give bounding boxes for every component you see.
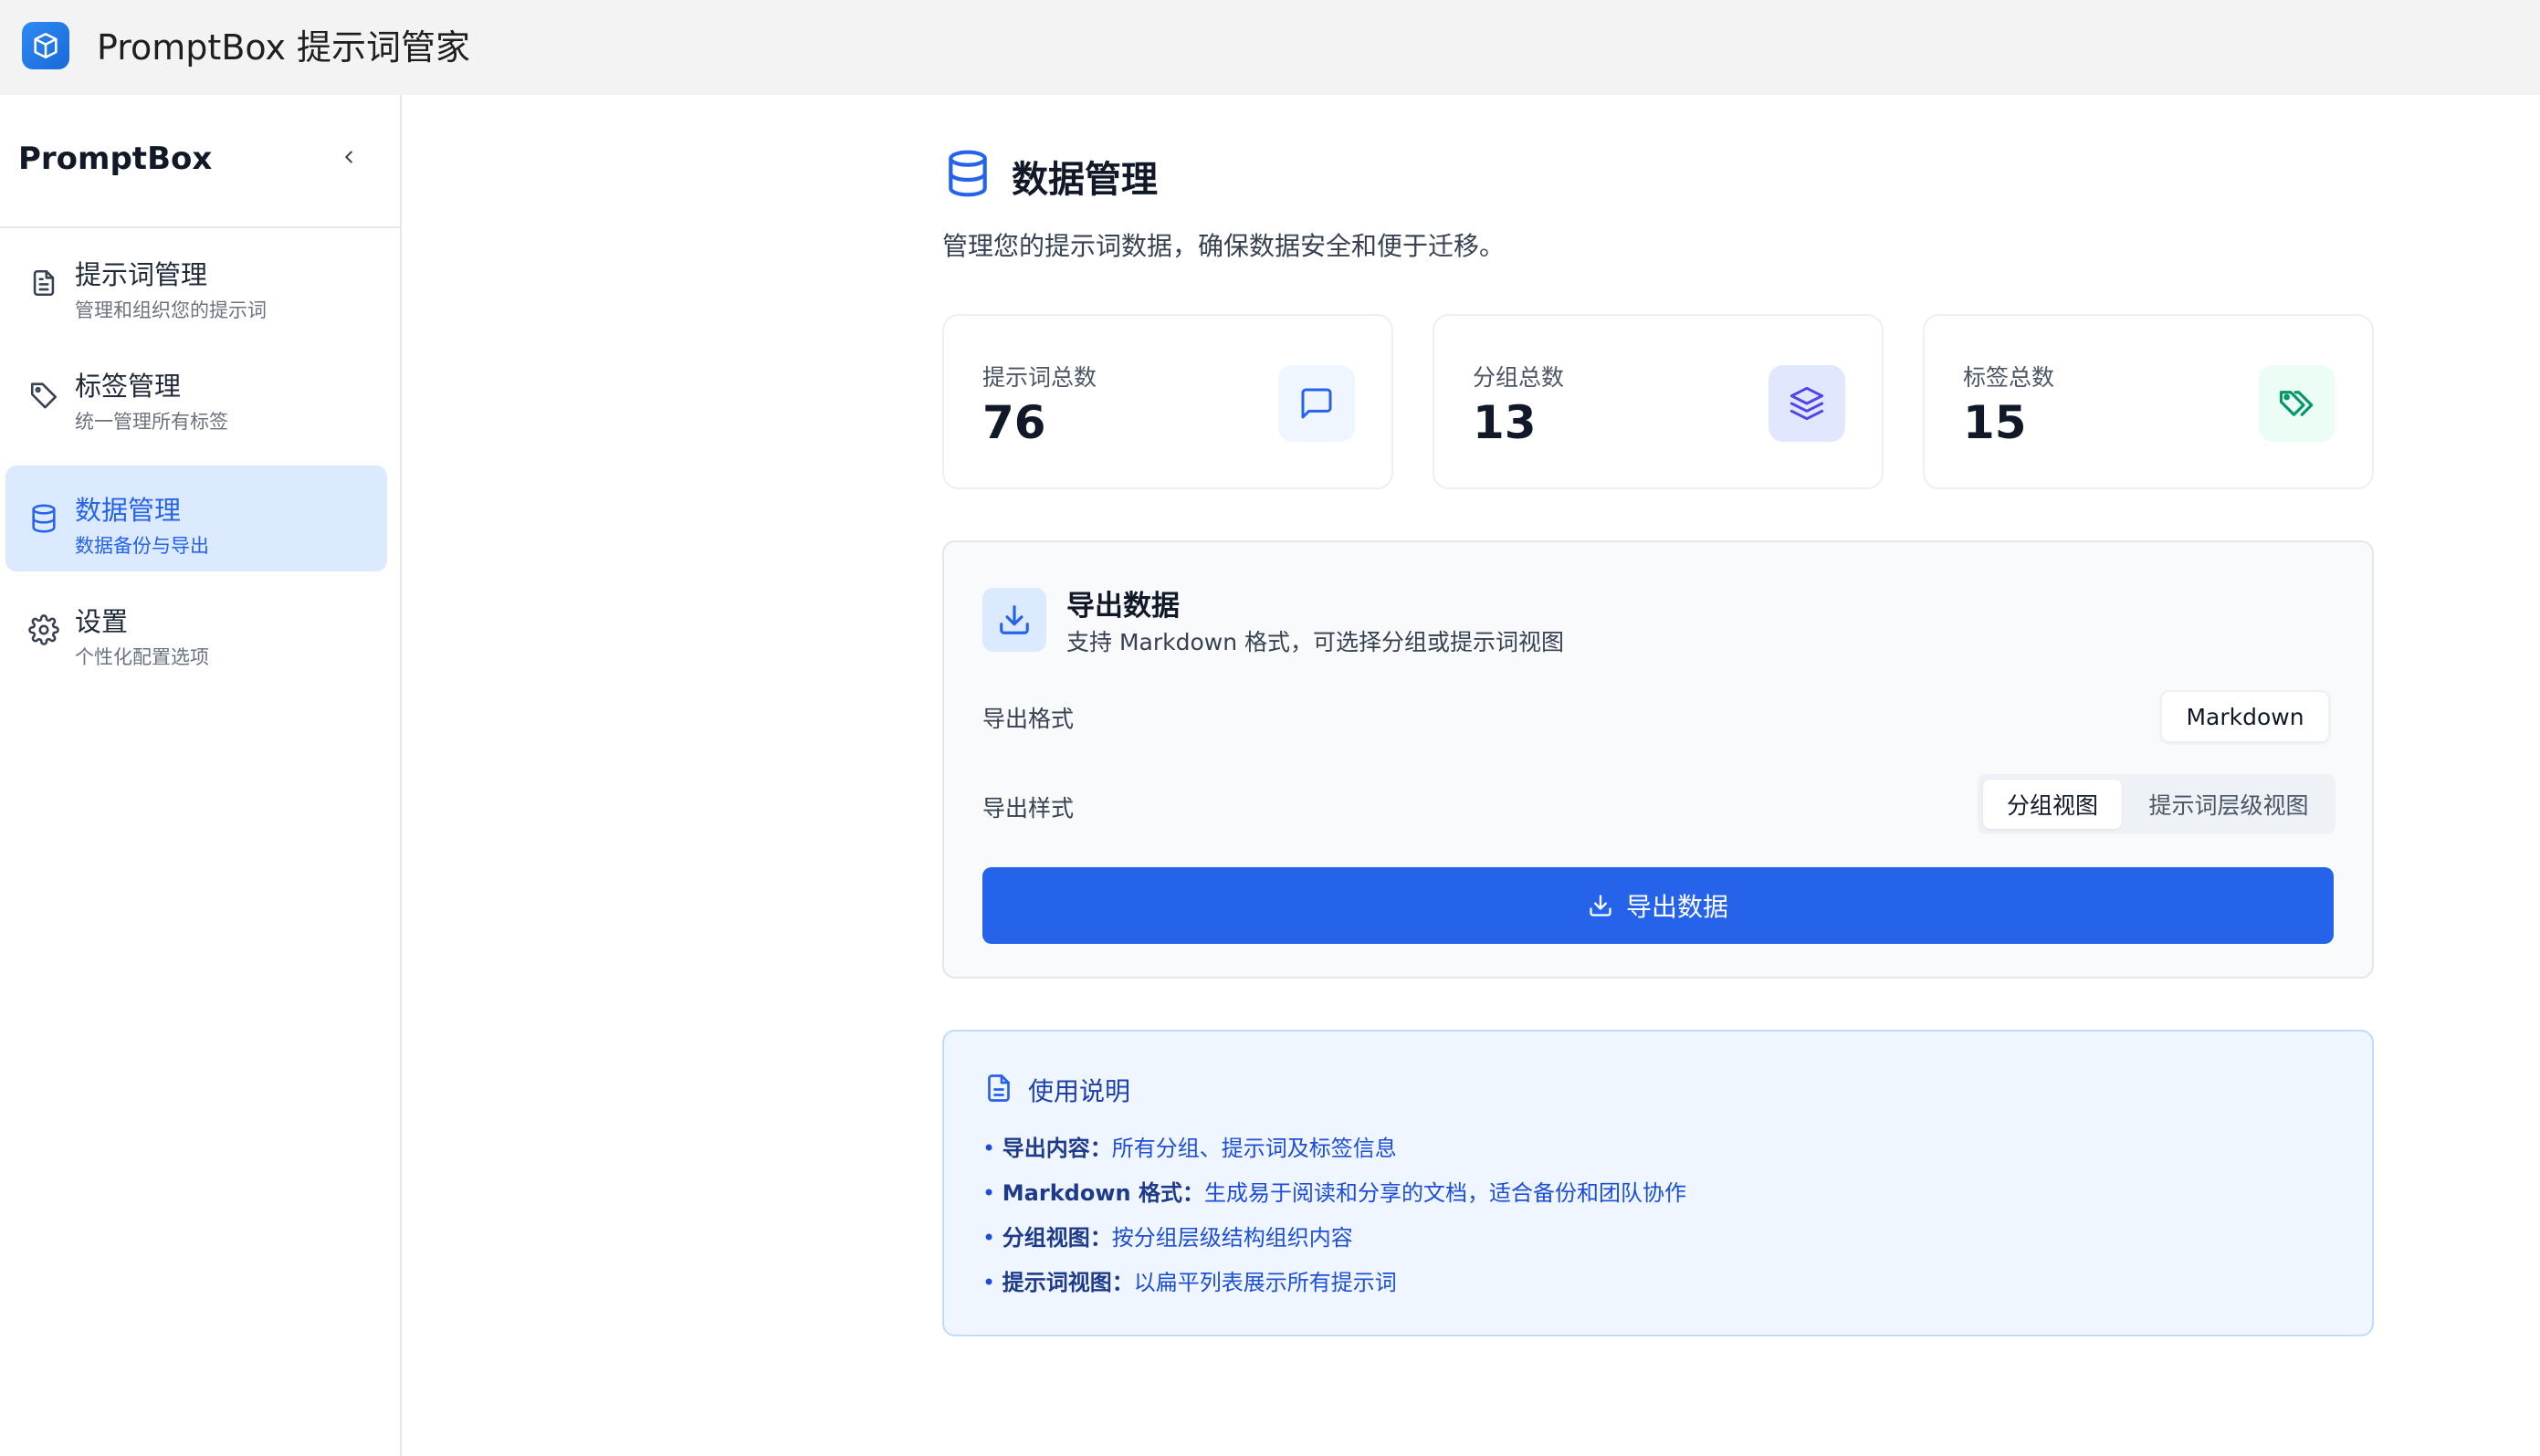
export-data-button[interactable]: 导出数据 <box>982 867 2334 944</box>
sidebar-brand: PromptBox <box>18 141 213 177</box>
sidebar-item-prompts[interactable]: 提示词管理 管理和组织您的提示词 <box>5 230 387 336</box>
file-text-icon <box>982 1072 1015 1105</box>
stat-value: 13 <box>1473 396 1537 449</box>
app-logo-icon <box>22 22 69 69</box>
tags-icon <box>2259 365 2335 442</box>
stat-value: 15 <box>1963 396 2027 449</box>
usage-note-key: 提示词视图： <box>1002 1270 1134 1295</box>
stat-label: 提示词总数 <box>982 364 1097 391</box>
sidebar-item-subtitle: 管理和组织您的提示词 <box>75 299 267 321</box>
sidebar-header: PromptBox <box>0 95 400 228</box>
stat-label: 分组总数 <box>1473 364 1565 391</box>
title-bar: PromptBox 提示词管家 <box>0 0 2540 95</box>
stat-card-prompts: 提示词总数 76 <box>942 314 1393 489</box>
chevron-left-icon <box>345 151 352 163</box>
window-title: PromptBox 提示词管家 <box>97 27 471 68</box>
file-text-icon <box>26 265 62 301</box>
tag-icon <box>26 376 62 413</box>
download-icon <box>1590 895 1611 917</box>
sidebar-item-label: 提示词管理 <box>75 259 208 290</box>
usage-note-item: • 提示词视图：以扁平列表展示所有提示词 <box>982 1270 1397 1295</box>
usage-note-key: Markdown 格式： <box>1002 1180 1204 1206</box>
stat-card-groups: 分组总数 13 <box>1433 314 1884 489</box>
database-icon <box>942 148 993 199</box>
sidebar-item-subtitle: 数据备份与导出 <box>75 535 209 557</box>
stat-label: 标签总数 <box>1963 364 2055 391</box>
export-format-label: 导出格式 <box>982 706 1075 732</box>
usage-note-text: 生成易于阅读和分享的文档，适合备份和团队协作 <box>1203 1180 1686 1206</box>
usage-note-key: 分组视图： <box>1002 1225 1112 1251</box>
export-subtitle: 支持 Markdown 格式，可选择分组或提示词视图 <box>1066 629 1564 655</box>
collapse-sidebar-button[interactable] <box>334 142 363 172</box>
database-icon <box>26 500 62 537</box>
style-option-group-view[interactable]: 分组视图 <box>1983 780 2122 829</box>
gear-icon <box>26 612 62 648</box>
export-button-label: 导出数据 <box>1625 892 1728 922</box>
sidebar-item-label: 设置 <box>75 606 129 637</box>
usage-note-text: 按分组层级结构组织内容 <box>1111 1225 1353 1251</box>
usage-note-item: • 分组视图：按分组层级结构组织内容 <box>982 1225 1353 1251</box>
layers-icon <box>1769 365 1845 442</box>
usage-note-item: • Markdown 格式：生成易于阅读和分享的文档，适合备份和团队协作 <box>982 1180 1686 1206</box>
export-style-label: 导出样式 <box>982 795 1075 822</box>
sidebar: PromptBox 提示词管理 管理和组织您的提示词 标签管理 统一管理所有标签… <box>0 95 402 1456</box>
sidebar-item-label: 标签管理 <box>75 371 182 402</box>
usage-note-text: 以扁平列表展示所有提示词 <box>1133 1270 1397 1295</box>
sidebar-item-label: 数据管理 <box>75 495 182 526</box>
style-option-prompt-view[interactable]: 提示词层级视图 <box>2127 780 2330 829</box>
usage-notes-panel: 使用说明 • 导出内容：所有分组、提示词及标签信息 • Markdown 格式：… <box>942 1030 2374 1336</box>
page-description: 管理您的提示词数据，确保数据安全和便于迁移。 <box>942 231 1506 261</box>
stat-value: 76 <box>982 396 1046 449</box>
usage-note-text: 所有分组、提示词及标签信息 <box>1111 1136 1397 1161</box>
download-icon <box>982 588 1046 652</box>
export-panel: 导出数据 支持 Markdown 格式，可选择分组或提示词视图 导出格式 Mar… <box>942 540 2374 979</box>
sidebar-item-data[interactable]: 数据管理 数据备份与导出 <box>5 466 387 571</box>
export-format-select[interactable]: Markdown <box>2160 690 2330 743</box>
message-square-icon <box>1278 365 1355 442</box>
stat-card-tags: 标签总数 15 <box>1923 314 2374 489</box>
export-style-toggle: 分组视图 提示词层级视图 <box>1978 774 2335 834</box>
page-title: 数据管理 <box>1012 159 1158 201</box>
usage-note-key: 导出内容： <box>1002 1136 1112 1161</box>
usage-note-item: • 导出内容：所有分组、提示词及标签信息 <box>982 1136 1397 1161</box>
export-title: 导出数据 <box>1066 590 1180 623</box>
sidebar-item-subtitle: 个性化配置选项 <box>75 646 209 668</box>
sidebar-item-settings[interactable]: 设置 个性化配置选项 <box>5 577 387 683</box>
sidebar-item-tags[interactable]: 标签管理 统一管理所有标签 <box>5 341 387 447</box>
sidebar-item-subtitle: 统一管理所有标签 <box>75 411 228 433</box>
usage-notes-title: 使用说明 <box>1028 1076 1131 1106</box>
